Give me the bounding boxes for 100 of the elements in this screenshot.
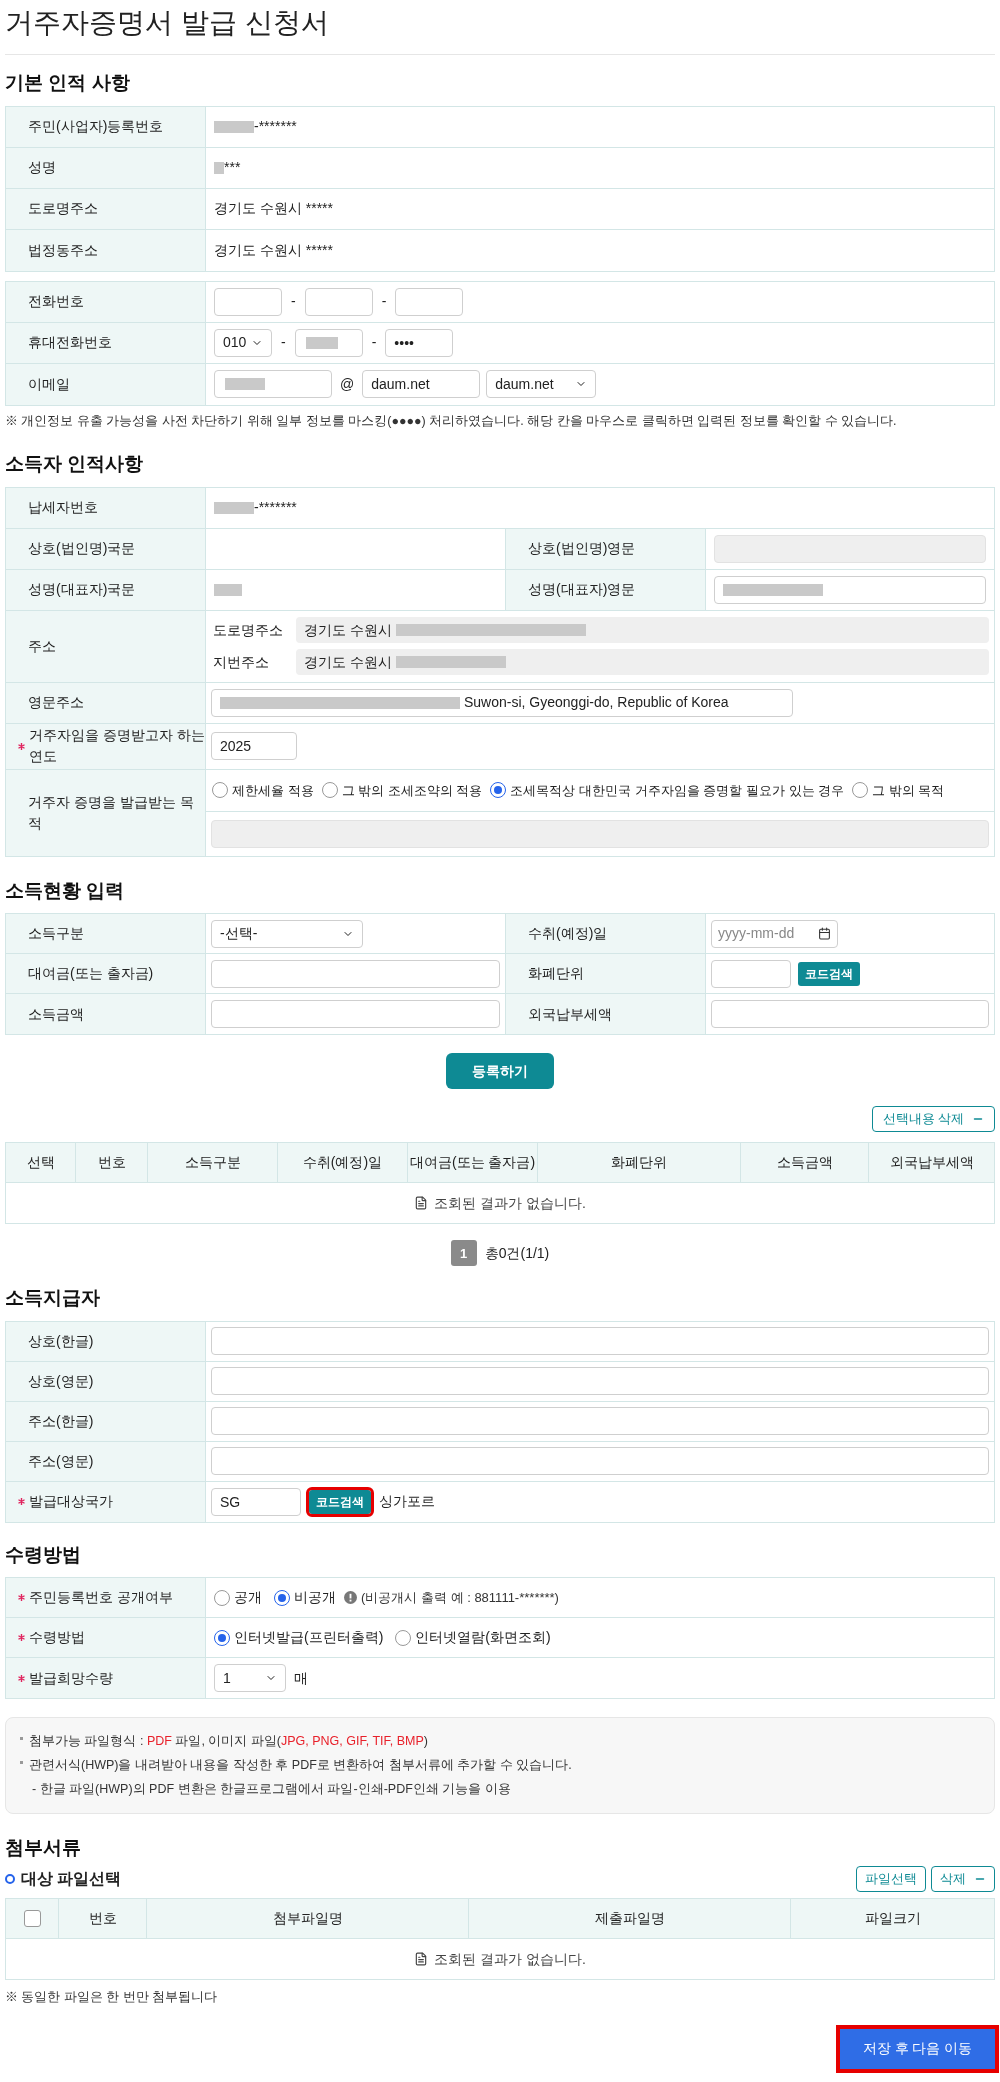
separator-text: - <box>371 333 377 352</box>
column-header: 소득금액 <box>741 1143 869 1183</box>
text-input[interactable] <box>395 287 464 316</box>
radio-option[interactable]: 인터넷발급(프린터출력) <box>214 1627 384 1649</box>
field-value: 경기도 수원시 ***** <box>214 199 334 218</box>
text-input[interactable] <box>211 1367 989 1396</box>
radio-button[interactable] <box>214 1629 230 1646</box>
section-heading: 기본 인적 사항 <box>5 71 131 95</box>
radio-button[interactable] <box>214 1589 230 1606</box>
select-field[interactable]: 010 <box>214 328 272 357</box>
text-input[interactable] <box>711 1000 989 1029</box>
delete-button[interactable]: 삭제 <box>931 1866 995 1892</box>
field-label: 도로명주소 <box>28 199 98 218</box>
radio-option[interactable]: 그 밖의 조세조약의 적용 <box>321 780 483 800</box>
field-label: 수령방법 <box>29 1628 85 1648</box>
radio-button[interactable] <box>321 782 338 799</box>
field-label: 성명(대표자)영문 <box>528 580 636 600</box>
text-input[interactable]: daum.net <box>362 370 481 398</box>
text-input[interactable]: 2025 <box>211 732 297 761</box>
code-search-button[interactable]: 코드검색 <box>798 961 860 986</box>
field-label: 화폐단위 <box>528 964 584 984</box>
field-label: 지번주소 <box>212 652 270 672</box>
text-input[interactable] <box>211 959 500 988</box>
page-summary: 총0건(1/1) <box>484 1243 550 1263</box>
radio-button[interactable] <box>274 1589 290 1606</box>
required-icon <box>18 742 25 750</box>
field-label: 휴대전화번호 <box>28 333 112 352</box>
column-header: 소득구분 <box>148 1143 278 1183</box>
notice-text: ※ 동일한 파일은 한 번만 첨부됩니다 <box>5 1989 219 2006</box>
country-name: 싱가포르 <box>379 1492 435 1512</box>
radio-button[interactable] <box>395 1629 412 1646</box>
field-value: 경기도 수원시 ***** <box>214 240 334 260</box>
date-field[interactable]: yyyy-mm-dd <box>711 919 838 948</box>
radio-option[interactable]: 제한세율 적용 <box>212 780 314 800</box>
masked-input[interactable] <box>714 575 986 604</box>
field-label: 상호(법인명)국문 <box>28 539 136 559</box>
radio-option[interactable]: 인터넷열람(화면조회) <box>395 1627 551 1649</box>
text-input[interactable]: Suwon-si, Gyeonggi-do, Republic of Korea <box>211 688 793 717</box>
field-label: 도로명주소 <box>212 620 284 640</box>
radio-button[interactable] <box>490 782 507 799</box>
radio-option[interactable]: 비공개 <box>274 1587 336 1609</box>
redacted-block <box>214 161 224 174</box>
notice-text: 첨부가능 파일형식 : PDF 파일, 이미지 파일(JPG, PNG, GIF, TIF, BMP) <box>29 1733 428 1751</box>
field-value: Suwon-si, Gyeonggi-do, Republic of Korea <box>464 693 729 713</box>
at-sign: @ <box>340 374 355 394</box>
field-label: 주민(사업자)등록번호 <box>28 117 164 136</box>
register-button[interactable]: 등록하기 <box>446 1053 554 1090</box>
field-label: 성명 <box>28 158 56 177</box>
column-header: 제출파일명 <box>469 1899 791 1938</box>
column-header: 번호 <box>76 1143 148 1183</box>
column-header: 대여금(또는 출자금) <box>408 1143 538 1183</box>
notice-text: - 한글 파일(HWP)의 PDF 변환은 한글프로그램에서 파일-인쇄-PDF인쇄 기능을 이용 <box>32 1780 511 1798</box>
field-value: 경기도 수원시 <box>304 620 392 640</box>
field-label: 발급희망수량 <box>29 1668 113 1688</box>
select-field[interactable]: -선택- <box>211 919 363 948</box>
radio-option[interactable]: 조세목적상 대한민국 거주자임을 증명할 필요가 있는 경우 <box>490 780 845 800</box>
separator-text: - <box>281 333 286 352</box>
text-input[interactable] <box>211 1000 500 1029</box>
text-input[interactable] <box>711 959 791 988</box>
unit-text: 매 <box>294 1668 308 1688</box>
redacted-block <box>214 501 254 514</box>
field-label: 주민등록번호 공개여부 <box>29 1588 173 1608</box>
checkbox[interactable] <box>23 1910 41 1927</box>
field-value: -******* <box>254 498 297 518</box>
field-label: 상호(한글) <box>28 1331 94 1351</box>
column-header: 선택 <box>6 1143 76 1183</box>
field-label: 전화번호 <box>28 292 84 311</box>
field-label: 외국납부세액 <box>528 1004 612 1024</box>
text-input[interactable] <box>211 1407 989 1436</box>
field-value: -******* <box>254 117 297 136</box>
radio-option[interactable]: 그 밖의 목적 <box>852 780 945 800</box>
text-input[interactable] <box>211 1447 989 1476</box>
text-input[interactable] <box>211 1327 989 1356</box>
masked-input[interactable] <box>294 328 363 357</box>
text-input[interactable] <box>214 287 282 316</box>
text-input[interactable]: SG <box>211 1487 301 1516</box>
masked-input[interactable] <box>214 370 332 398</box>
text-input[interactable] <box>304 287 373 316</box>
select-field[interactable]: daum.net <box>486 370 597 398</box>
code-search-button[interactable]: 코드검색 <box>309 1489 371 1514</box>
text-input[interactable] <box>714 534 986 563</box>
required-icon <box>18 1674 25 1682</box>
bullet-icon <box>20 1737 23 1741</box>
file-select-button[interactable]: 파일선택 <box>856 1866 926 1892</box>
select-field[interactable]: 1 <box>214 1664 286 1693</box>
field-label: 거주자 증명을 발급받는 목적 <box>28 792 195 833</box>
separator-text: - <box>381 292 387 311</box>
radio-button[interactable] <box>212 782 228 799</box>
delete-selected-button[interactable]: 선택내용 삭제 <box>871 1106 995 1133</box>
column-header: 파일크기 <box>863 1909 922 1928</box>
radio-option[interactable]: 공개 <box>214 1587 262 1609</box>
text-input[interactable]: •••• <box>385 328 454 357</box>
document-icon <box>414 1952 429 1966</box>
radio-button[interactable] <box>852 782 869 799</box>
empty-message: 조회된 결과가 없습니다. <box>434 1949 586 1969</box>
column-header: 화폐단위 <box>538 1143 741 1183</box>
separator-text: - <box>291 292 296 311</box>
page-title: 거주자증명서 발급 신청서 <box>5 0 995 55</box>
text-input[interactable] <box>211 819 989 848</box>
section-heading: 소득지급자 <box>5 1286 101 1311</box>
